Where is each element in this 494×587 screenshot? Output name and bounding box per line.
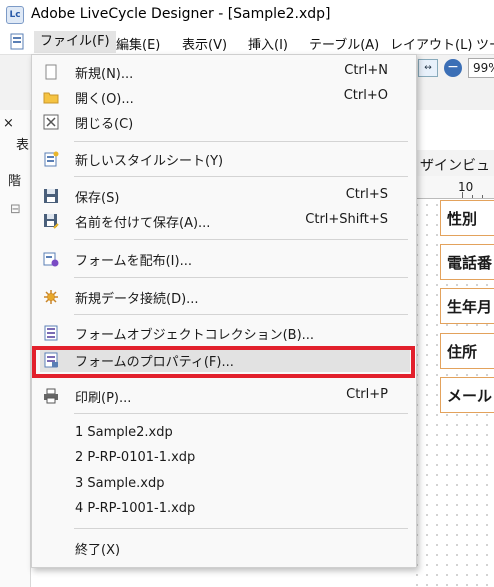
menu-item-shortcut: Ctrl+P	[346, 387, 388, 402]
menu-item-label: 新しいスタイルシート(Y)	[75, 154, 224, 169]
menu-item-label: 開く(O)...	[75, 92, 134, 107]
menu-item-new-data-connection[interactable]: 新規データ接続(D)...	[32, 285, 416, 309]
menu-item-shortcut: Ctrl+N	[344, 63, 388, 78]
recent-file-2[interactable]: 2 P-RP-0101-1.xdp	[32, 447, 416, 471]
zoom-field[interactable]: 99%	[468, 58, 494, 78]
menu-item-save[interactable]: 保存(S) Ctrl+S	[32, 184, 416, 208]
menu-item-shortcut: Ctrl+Shift+S	[305, 212, 388, 227]
menu-separator	[74, 176, 408, 177]
distribute-form-icon	[43, 252, 59, 267]
form-field-phone[interactable]: 電話番	[440, 244, 494, 280]
open-folder-icon	[43, 92, 59, 104]
menu-item-save-as[interactable]: 名前を付けて保存(A)... Ctrl+Shift+S	[32, 209, 416, 233]
recent-file-1[interactable]: 1 Sample2.xdp	[32, 422, 416, 446]
menu-item-label: 3 Sample.xdp	[75, 476, 165, 491]
zoom-out-button[interactable]: −	[444, 59, 462, 77]
tree-expand-icon[interactable]: ⊟	[10, 202, 21, 217]
menu-item-label: 4 P-RP-1001-1.xdp	[75, 501, 196, 516]
hierarchy-panel: × 表 階 ⊟	[0, 110, 31, 587]
menu-view[interactable]: 表示(V)	[182, 34, 227, 53]
ruler-tick	[482, 195, 483, 198]
menu-item-distribute-form[interactable]: フォームを配布(I)...	[32, 247, 416, 271]
new-document-icon	[45, 64, 57, 80]
file-menu-dropdown: 新規(N)... Ctrl+N 開く(O)... Ctrl+O 閉じる(C) 新…	[31, 54, 417, 568]
menu-layout[interactable]: レイアウト(L)	[390, 34, 472, 53]
menu-item-label: 保存(S)	[75, 191, 120, 206]
menu-item-label: 2 P-RP-0101-1.xdp	[75, 450, 196, 465]
highlight-annotation-box	[32, 346, 415, 378]
menu-separator	[74, 141, 408, 142]
new-stylesheet-icon	[44, 151, 59, 167]
window-title: Adobe LiveCycle Designer - [Sample2.xdp]	[31, 6, 331, 22]
menu-item-label: 印刷(P)...	[75, 391, 132, 406]
form-field-gender[interactable]: 性別	[440, 200, 494, 236]
menu-item-object-collection[interactable]: フォームオブジェクトコレクション(B)...	[32, 321, 416, 345]
document-icon[interactable]	[8, 33, 28, 51]
menu-separator	[74, 239, 408, 240]
form-field-birthdate[interactable]: 生年月	[440, 288, 494, 324]
design-view-tab[interactable]: ザインビュ	[420, 155, 490, 175]
ruler-label: 10	[458, 180, 474, 194]
menu-item-exit[interactable]: 終了(X)	[32, 536, 416, 560]
data-connection-icon	[44, 290, 58, 304]
livecycle-app-icon: Lc	[6, 6, 24, 24]
ruler-tick	[472, 195, 473, 198]
panel-tab-label[interactable]: 表	[16, 134, 29, 153]
object-collection-icon	[44, 325, 58, 341]
menu-insert[interactable]: 挿入(I)	[248, 34, 288, 53]
menu-separator	[74, 314, 408, 315]
menu-separator	[74, 277, 408, 278]
form-field-email[interactable]: メール	[440, 377, 494, 413]
recent-file-3[interactable]: 3 Sample.xdp	[32, 473, 416, 497]
menu-tools[interactable]: ツー	[476, 34, 494, 53]
menu-item-label: 新規データ接続(D)...	[75, 292, 199, 307]
menu-edit[interactable]: 編集(E)	[116, 34, 160, 53]
menu-item-new[interactable]: 新規(N)... Ctrl+N	[32, 60, 416, 84]
menu-item-label: フォームを配布(I)...	[75, 254, 192, 269]
panel-close-icon[interactable]: ×	[3, 116, 14, 131]
menu-file[interactable]: ファイル(F)	[34, 31, 116, 53]
save-as-icon	[44, 214, 59, 229]
menu-item-label: 名前を付けて保存(A)...	[75, 216, 211, 231]
menu-separator	[74, 413, 408, 414]
menu-item-shortcut: Ctrl+S	[345, 187, 388, 202]
menu-item-label: 新規(N)...	[75, 67, 134, 82]
menu-item-print[interactable]: 印刷(P)... Ctrl+P	[32, 384, 416, 408]
menu-separator	[74, 528, 408, 529]
menu-item-open[interactable]: 開く(O)... Ctrl+O	[32, 85, 416, 109]
form-field-address[interactable]: 住所	[440, 333, 494, 369]
menu-item-label: 閉じる(C)	[75, 117, 134, 132]
menu-item-label: 1 Sample2.xdp	[75, 425, 173, 440]
menu-item-new-stylesheet[interactable]: 新しいスタイルシート(Y)	[32, 147, 416, 171]
hierarchy-tab[interactable]: 階	[8, 170, 21, 189]
menu-item-shortcut: Ctrl+O	[343, 88, 388, 103]
title-bar: Lc Adobe LiveCycle Designer - [Sample2.x…	[0, 0, 494, 30]
save-icon	[44, 189, 58, 203]
ruler-tick	[462, 192, 463, 198]
menu-item-label: フォームオブジェクトコレクション(B)...	[75, 328, 315, 343]
menu-item-close[interactable]: 閉じる(C)	[32, 110, 416, 134]
menu-item-label: 終了(X)	[75, 543, 121, 558]
close-box-icon	[43, 114, 59, 130]
recent-file-4[interactable]: 4 P-RP-1001-1.xdp	[32, 498, 416, 522]
printer-icon	[44, 388, 58, 404]
fit-width-icon[interactable]: ↔	[418, 59, 438, 77]
menu-table[interactable]: テーブル(A)	[309, 34, 379, 53]
